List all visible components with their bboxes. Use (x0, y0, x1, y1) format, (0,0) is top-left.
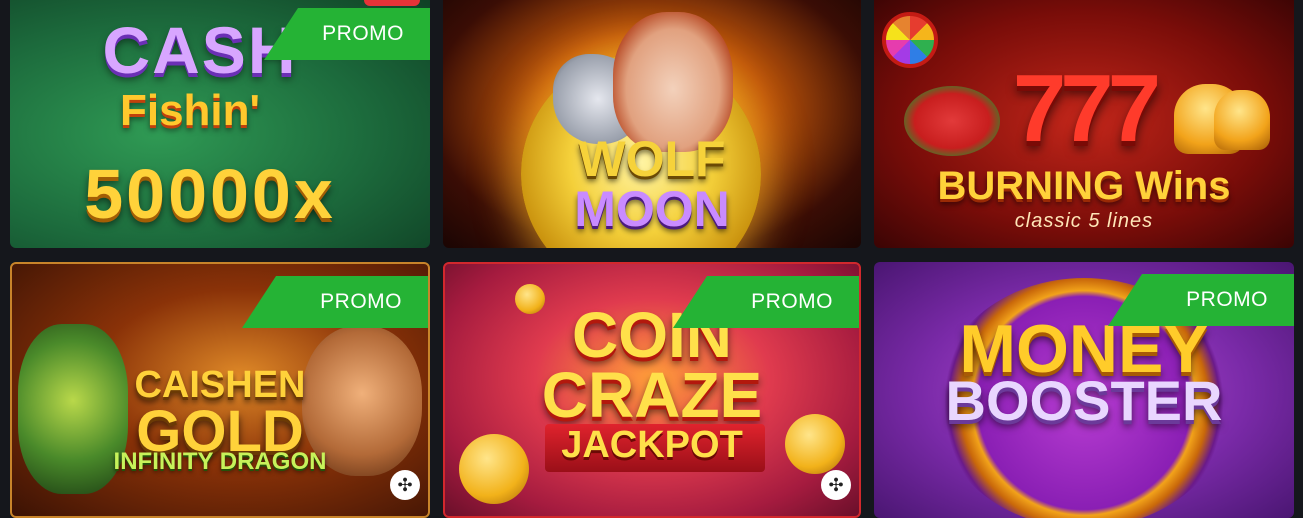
game-title-line: INFINITY DRAGON (113, 448, 327, 475)
game-tile-money-booster[interactable]: MONEY BOOSTER PROMO (874, 262, 1294, 518)
game-title-line: MOON (574, 181, 730, 237)
roulette-wheel-icon: ✣ (821, 470, 851, 500)
game-title-line: 50000x (84, 155, 336, 233)
game-title-line: CRAZE (541, 359, 763, 431)
game-title-line: JACKPOT (561, 424, 743, 466)
game-subtitle: classic 5 lines (1014, 210, 1154, 232)
hot-badge (364, 0, 420, 6)
game-title-line: BURNING Wins (937, 164, 1231, 208)
game-title-line: BOOSTER (945, 369, 1223, 432)
game-tile-wolf-moon[interactable]: WOLF MOON (443, 0, 861, 248)
promo-badge: PROMO (242, 276, 428, 328)
game-tile-coin-craze-jackpot[interactable]: COIN CRAZE JACKPOT PROMO ✣ (443, 262, 861, 518)
promo-badge: PROMO (673, 276, 859, 328)
game-tile-burning-wins[interactable]: 777 BURNING Wins classic 5 lines (874, 0, 1294, 248)
game-title-line: 777 (1012, 55, 1161, 162)
game-title-line: Fishin' (119, 86, 260, 135)
promo-badge: PROMO (1108, 274, 1294, 326)
game-tile-cash-fishin[interactable]: CASH Fishin' 50000x PROMO (10, 0, 430, 248)
roulette-wheel-icon: ✣ (390, 470, 420, 500)
game-tile-caishen-gold[interactable]: CAISHEN GOLD INFINITY DRAGON PROMO ✣ (10, 262, 430, 518)
game-grid: CASH Fishin' 50000x PROMO WOLF MOON 777 … (0, 0, 1303, 518)
